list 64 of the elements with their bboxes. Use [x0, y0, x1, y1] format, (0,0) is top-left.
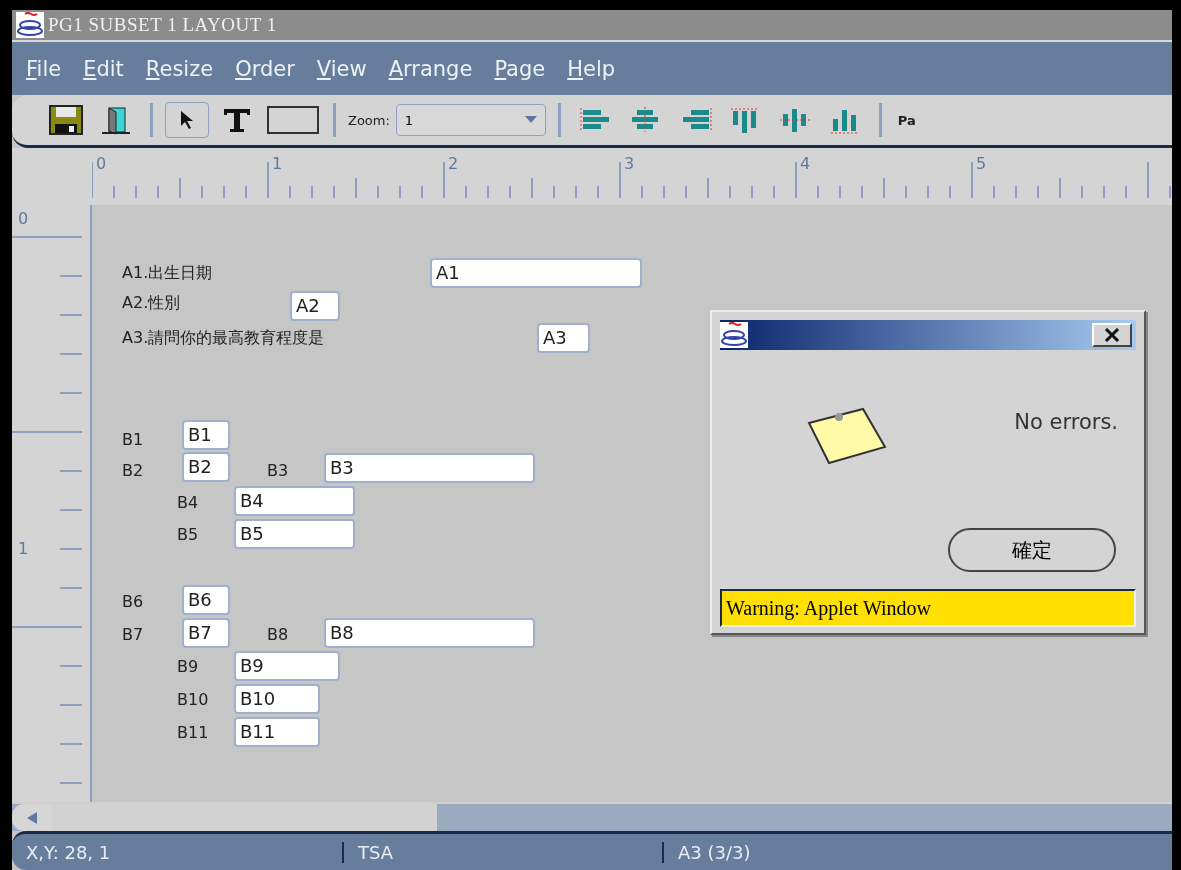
toolbar-label: Pa	[897, 112, 916, 128]
left-arrow-icon	[27, 811, 37, 824]
status-field: X,Y: 28, 1	[12, 841, 342, 863]
app-icon	[16, 12, 44, 38]
menu-item[interactable]: Page	[486, 54, 554, 83]
item-label: B7	[122, 625, 144, 644]
note-icon	[805, 405, 889, 467]
ruler-number: 5	[976, 154, 987, 173]
item-label: B11	[177, 723, 209, 742]
field-box[interactable]: B10	[234, 684, 320, 714]
field-box[interactable]: B11	[234, 717, 320, 747]
close-icon	[1103, 328, 1121, 342]
menu-item[interactable]: Arrange	[380, 54, 481, 83]
item-label: A1.出生日期	[122, 263, 213, 284]
item-label: A2.性別	[122, 293, 181, 314]
item-label: A3.請問你的最高教育程度是	[122, 328, 325, 349]
menu-item[interactable]: Resize	[137, 54, 222, 83]
window-title: PG1 SUBSET 1 LAYOUT 1	[48, 14, 277, 36]
item-label: B2	[122, 461, 144, 480]
menu-item[interactable]: Order	[227, 54, 303, 83]
pointer-icon	[179, 110, 195, 130]
item-label: B6	[122, 592, 144, 611]
ruler-number: 0	[96, 154, 107, 173]
field-box[interactable]: B2	[182, 452, 230, 482]
ruler-number: 4	[800, 154, 811, 173]
pointer-tool[interactable]	[165, 102, 209, 138]
field-box[interactable]: B5	[234, 519, 355, 549]
field-box[interactable]: B6	[182, 585, 230, 615]
field-box[interactable]: A3	[537, 323, 590, 353]
warning-bar: Warning: Applet Window	[720, 589, 1136, 627]
field-box[interactable]: A1	[430, 258, 642, 288]
status-field: TSA	[342, 841, 662, 863]
item-label: B8	[267, 625, 289, 644]
ruler-number: 3	[624, 154, 635, 173]
field-box[interactable]: B1	[182, 420, 230, 450]
menu-item[interactable]: File	[18, 54, 70, 83]
field-box[interactable]: B3	[324, 453, 535, 483]
field-box[interactable]: A2	[290, 291, 340, 321]
item-label: B4	[177, 493, 199, 512]
horizontal-scrollbar[interactable]	[12, 802, 1172, 831]
field-box[interactable]: B9	[234, 651, 340, 681]
dialog-message: No errors.	[1014, 410, 1118, 434]
item-label: B3	[267, 461, 289, 480]
ok-button[interactable]: 確定	[948, 528, 1116, 572]
menu-item[interactable]: Help	[559, 54, 624, 83]
field-box[interactable]: B7	[182, 618, 230, 648]
zoom-label: Zoom:	[348, 112, 390, 128]
item-label: B5	[177, 525, 199, 544]
close-button[interactable]	[1092, 323, 1132, 347]
caret-icon	[524, 116, 537, 124]
field-box[interactable]: B8	[324, 618, 535, 648]
item-label: B10	[177, 690, 209, 709]
dialog-icon	[720, 322, 748, 348]
zoom-dropdown[interactable]: 1	[395, 104, 546, 136]
status-field: A3 (3/3)	[662, 841, 1162, 863]
item-label: B1	[122, 430, 144, 449]
ruler-number: 2	[448, 154, 459, 173]
menu-item[interactable]: View	[308, 54, 375, 83]
item-label: B9	[177, 657, 199, 676]
field-box[interactable]: B4	[234, 486, 355, 516]
menu-item[interactable]: Edit	[75, 54, 132, 83]
ruler-number: 1	[272, 154, 283, 173]
ruler-number: 0	[18, 209, 29, 228]
ruler-number: 1	[18, 539, 29, 558]
